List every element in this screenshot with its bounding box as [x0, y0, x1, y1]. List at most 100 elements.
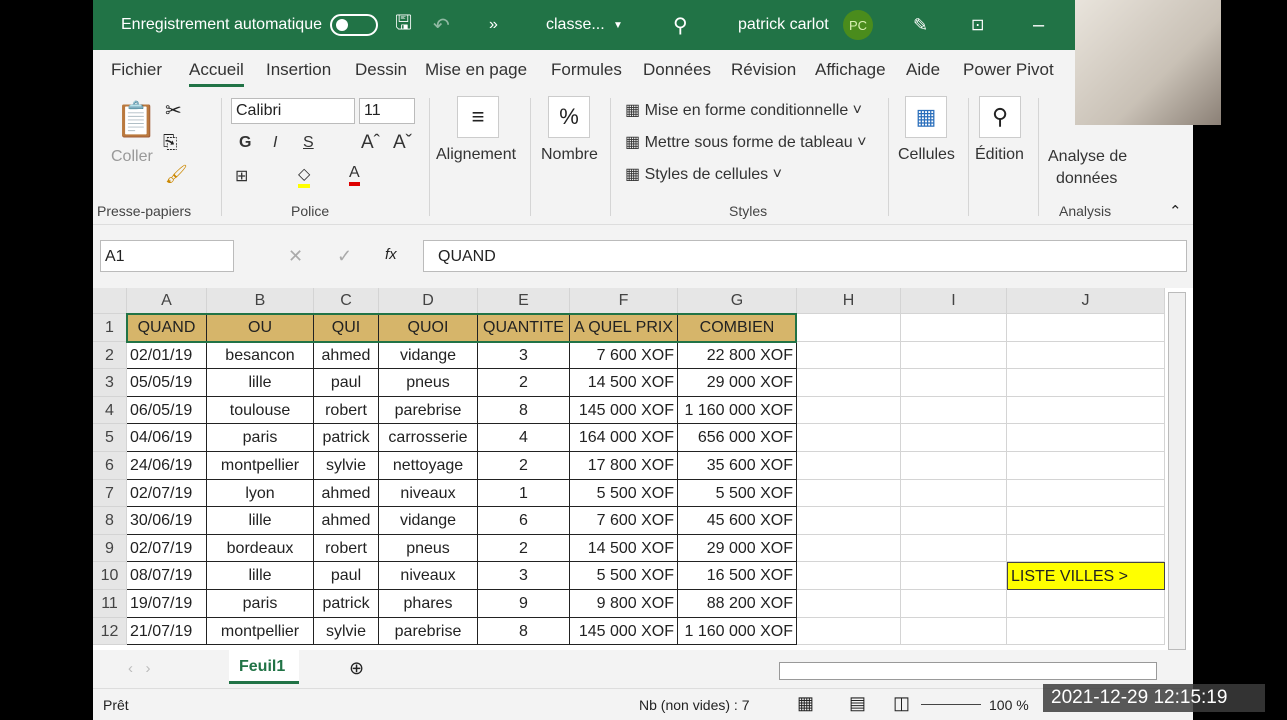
row-header[interactable]: 1: [93, 314, 127, 342]
table-cell[interactable]: ahmed: [314, 341, 379, 370]
table-cell[interactable]: phares: [379, 590, 478, 618]
table-cell[interactable]: [901, 507, 1007, 535]
select-all-corner[interactable]: [93, 288, 127, 314]
sheet-tab-feuil1[interactable]: Feuil1: [229, 650, 299, 684]
table-cell[interactable]: ahmed: [314, 507, 379, 535]
table-cell[interactable]: [901, 562, 1007, 590]
table-cell[interactable]: [797, 562, 901, 590]
table-cell[interactable]: 05/05/19: [127, 369, 207, 397]
table-cell[interactable]: [797, 507, 901, 535]
table-cell[interactable]: 35 600 XOF: [678, 452, 797, 480]
row-header[interactable]: 8: [93, 507, 127, 535]
table-cell[interactable]: 5 500 XOF: [570, 562, 678, 590]
table-cell[interactable]: 1 160 000 XOF: [678, 617, 797, 646]
table-cell[interactable]: 29 000 XOF: [678, 534, 797, 563]
table-cell[interactable]: 30/06/19: [127, 507, 207, 535]
table-cell[interactable]: montpellier: [207, 617, 314, 646]
table-cell[interactable]: 16 500 XOF: [678, 562, 797, 590]
font-color-icon[interactable]: A: [349, 164, 360, 186]
insert-function-icon[interactable]: fx: [385, 246, 397, 263]
table-cell[interactable]: [901, 617, 1007, 646]
cancel-icon[interactable]: ✕: [288, 246, 303, 267]
table-cell[interactable]: 6: [478, 507, 570, 535]
table-cell[interactable]: [901, 369, 1007, 397]
table-cell[interactable]: LISTE VILLES >: [1007, 562, 1165, 590]
tab-power-pivot[interactable]: Power Pivot: [963, 60, 1054, 80]
fill-color-icon[interactable]: ◇: [298, 164, 311, 188]
row-header[interactable]: 2: [93, 341, 127, 370]
table-cell[interactable]: [797, 424, 901, 452]
row-header[interactable]: 10: [93, 562, 127, 590]
table-cell[interactable]: 9 800 XOF: [570, 590, 678, 618]
table-cell[interactable]: 88 200 XOF: [678, 590, 797, 618]
table-cell[interactable]: [797, 452, 901, 480]
table-cell[interactable]: pneus: [379, 534, 478, 563]
page-break-icon[interactable]: ◫: [893, 693, 910, 714]
column-header-J[interactable]: J: [1007, 288, 1165, 314]
table-cell[interactable]: [1007, 424, 1165, 452]
table-cell[interactable]: lille: [207, 562, 314, 590]
normal-view-icon[interactable]: ▦: [797, 693, 814, 714]
column-header-I[interactable]: I: [901, 288, 1007, 314]
table-cell[interactable]: patrick: [314, 590, 379, 618]
table-cell[interactable]: 5 500 XOF: [570, 479, 678, 508]
table-cell[interactable]: 8: [478, 617, 570, 646]
cut-icon[interactable]: ✂: [165, 98, 182, 123]
table-cell[interactable]: paris: [207, 424, 314, 452]
undo-icon[interactable]: ↶: [433, 13, 450, 38]
tab-aide[interactable]: Aide: [906, 60, 940, 80]
row-header[interactable]: 3: [93, 369, 127, 397]
table-cell[interactable]: 9: [478, 590, 570, 618]
table-cell[interactable]: [901, 341, 1007, 370]
table-cell[interactable]: 29 000 XOF: [678, 369, 797, 397]
table-cell[interactable]: [1007, 341, 1165, 370]
formula-input[interactable]: QUAND: [423, 240, 1187, 272]
table-cell[interactable]: 45 600 XOF: [678, 507, 797, 535]
user-name[interactable]: patrick carlot: [738, 16, 829, 34]
number-button[interactable]: Nombre: [541, 146, 598, 164]
table-cell[interactable]: [1007, 314, 1165, 342]
table-cell[interactable]: 1 160 000 XOF: [678, 396, 797, 425]
zoom-level[interactable]: 100 %: [989, 697, 1029, 713]
row-header[interactable]: 6: [93, 452, 127, 480]
analyze-data-button[interactable]: Analyse de: [1048, 148, 1127, 166]
chevron-down-icon[interactable]: ▼: [613, 20, 623, 31]
table-cell[interactable]: 2: [478, 452, 570, 480]
table-cell[interactable]: ahmed: [314, 479, 379, 508]
table-cell[interactable]: 4: [478, 424, 570, 452]
zoom-slider[interactable]: [921, 704, 981, 705]
table-cell[interactable]: montpellier: [207, 452, 314, 480]
table-cell[interactable]: 02/07/19: [127, 479, 207, 508]
table-cell[interactable]: 24/06/19: [127, 452, 207, 480]
table-cell[interactable]: 7 600 XOF: [570, 507, 678, 535]
table-cell[interactable]: [1007, 479, 1165, 508]
find-icon[interactable]: ⚲: [979, 96, 1021, 138]
enter-icon[interactable]: ✓: [337, 246, 352, 267]
table-cell[interactable]: 02/07/19: [127, 534, 207, 563]
alignment-icon[interactable]: ≡: [457, 96, 499, 138]
table-cell[interactable]: [1007, 369, 1165, 397]
italic-button[interactable]: I: [273, 134, 277, 152]
table-cell[interactable]: [901, 534, 1007, 563]
table-cell[interactable]: 2: [478, 534, 570, 563]
table-cell[interactable]: 5 500 XOF: [678, 479, 797, 508]
table-cell[interactable]: [901, 590, 1007, 618]
table-cell[interactable]: [901, 424, 1007, 452]
table-cell[interactable]: [901, 479, 1007, 508]
tab-fichier[interactable]: Fichier: [111, 60, 162, 80]
table-cell[interactable]: robert: [314, 534, 379, 563]
table-cell[interactable]: [901, 452, 1007, 480]
tab-accueil[interactable]: Accueil: [189, 60, 244, 87]
table-cell[interactable]: vidange: [379, 507, 478, 535]
row-header[interactable]: 4: [93, 396, 127, 425]
page-layout-icon[interactable]: ▤: [849, 693, 866, 714]
more-commands-icon[interactable]: »: [489, 16, 498, 34]
row-header[interactable]: 9: [93, 534, 127, 563]
percent-icon[interactable]: %: [548, 96, 590, 138]
column-header-E[interactable]: E: [478, 288, 570, 314]
paste-icon[interactable]: 📋: [115, 100, 157, 140]
table-cell[interactable]: [797, 396, 901, 425]
tab-dessin[interactable]: Dessin: [355, 60, 407, 80]
worksheet-grid[interactable]: A B C D E F G H I J 1 QUAND OU QUI QUOI QUANTITE A QUEL …: [93, 288, 1193, 650]
table-cell[interactable]: [1007, 507, 1165, 535]
